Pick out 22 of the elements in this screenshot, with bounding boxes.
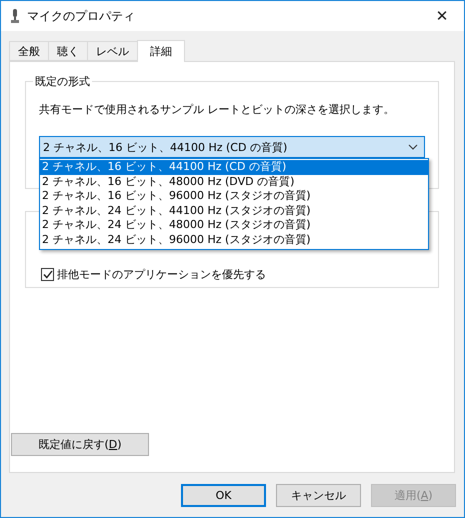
dropdown-option[interactable]: 2 チャネル、16 ビット、48000 Hz (DVD の音質) xyxy=(40,174,428,190)
tab[interactable]: レベル xyxy=(87,41,138,61)
group-title: 既定の形式 xyxy=(33,74,92,89)
dropdown-option[interactable]: 2 チャネル、16 ビット、96000 Hz (スタジオの音質) xyxy=(40,189,428,204)
microphone-icon xyxy=(11,9,19,23)
close-button[interactable]: ✕ xyxy=(420,7,464,25)
window-title: マイクのプロパティ xyxy=(27,8,136,24)
dropdown-option[interactable]: 2 チャネル、24 ビット、48000 Hz (スタジオの音質) xyxy=(40,218,428,233)
format-dropdown[interactable]: 2 チャネル、16 ビット、44100 Hz (CD の音質) xyxy=(39,136,425,158)
tab[interactable]: 詳細 xyxy=(137,40,185,62)
tab[interactable]: 全般 xyxy=(9,41,49,61)
dropdown-option[interactable]: 2 チャネル、24 ビット、96000 Hz (スタジオの音質) xyxy=(40,232,428,248)
dialog-button[interactable]: OK xyxy=(181,484,266,507)
dialog-button[interactable]: キャンセル xyxy=(276,484,361,507)
dropdown-option[interactable]: 2 チャネル、16 ビット、44100 Hz (CD の音質) xyxy=(40,160,428,175)
tab[interactable]: 聴く xyxy=(48,41,88,61)
checkbox-label: 排他モードのアプリケーションを優先する xyxy=(57,267,266,282)
reset-button[interactable]: 既定値に戻す(D) xyxy=(11,433,149,456)
checkbox[interactable] xyxy=(41,268,54,281)
dropdown-option[interactable]: 2 チャネル、24 ビット、44100 Hz (スタジオの音質) xyxy=(40,204,428,218)
description-text: 共有モードで使用されるサンプル レートとビットの深さを選択します。 xyxy=(39,102,396,116)
chevron-down-icon xyxy=(408,144,418,150)
